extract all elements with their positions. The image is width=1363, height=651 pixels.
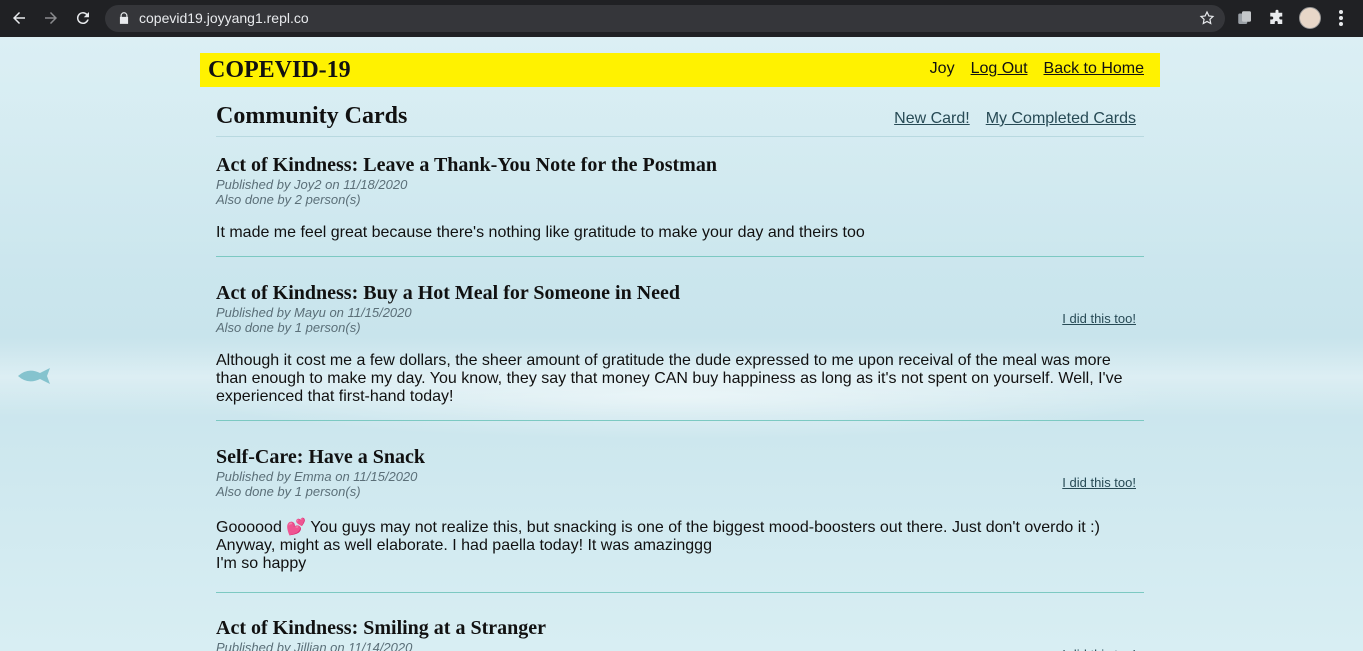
page-title: Community Cards [216,103,408,129]
bookmark-star-icon[interactable] [1199,10,1215,26]
section-header: Community Cards New Card! My Completed C… [216,87,1144,137]
forward-arrow-icon[interactable] [41,8,61,28]
back-arrow-icon[interactable] [9,8,29,28]
brand-logo-text[interactable]: COPEVID-19 [208,57,351,84]
top-nav-bar: COPEVID-19 Joy Log Out Back to Home [200,53,1160,87]
card-also-done: Also done by 2 person(s) [216,192,361,207]
my-completed-cards-link[interactable]: My Completed Cards [986,110,1136,128]
two-hearts-icon: 💕 [286,519,307,536]
more-options-icon[interactable] [1334,9,1348,27]
back-to-home-link[interactable]: Back to Home [1044,60,1144,78]
new-card-link[interactable]: New Card! [894,110,970,128]
community-card: Act of Kindness: Smiling at a Stranger P… [216,593,1144,651]
card-also-done: Also done by 1 person(s) [216,484,361,499]
community-card: Self-Care: Have a Snack Published by Emm… [216,421,1144,593]
card-body-line: experienced that first-hand today! [216,388,454,405]
address-bar[interactable]: copevid19.joyyang1.repl.co [105,5,1225,32]
card-body-line: Anyway, might as well elaborate. I had p… [216,537,712,554]
card-published: Published by Mayu on 11/15/2020 [216,305,412,320]
card-title: Act of Kindness: Leave a Thank-You Note … [216,154,717,176]
profile-avatar[interactable] [1299,7,1321,29]
card-body: It made me feel great because there's no… [216,224,865,241]
url-text: copevid19.joyyang1.repl.co [139,10,309,26]
card-published: Published by Emma on 11/15/2020 [216,469,418,484]
community-card: Act of Kindness: Leave a Thank-You Note … [216,137,1144,257]
main-container: COPEVID-19 Joy Log Out Back to Home Comm… [200,53,1160,651]
page-background: COPEVID-19 Joy Log Out Back to Home Comm… [0,37,1363,651]
current-user-name: Joy [929,60,955,77]
reload-icon[interactable] [73,8,93,28]
card-published: Published by Joy2 on 11/18/2020 [216,177,408,192]
card-body-text: Goooood [216,519,282,536]
card-body-text: You guys may not realize this, but snack… [310,519,1100,536]
logout-link[interactable]: Log Out [971,60,1028,78]
i-did-this-too-link[interactable]: I did this too! [1062,475,1136,490]
card-body-line: Goooood 💕 You guys may not realize this,… [216,519,1144,537]
lock-icon [119,12,129,24]
browser-toolbar: copevid19.joyyang1.repl.co [0,0,1363,37]
card-body-line: Although it cost me a few dollars, the s… [216,352,1111,369]
extensions-puzzle-icon[interactable] [1268,9,1286,27]
card-title: Act of Kindness: Buy a Hot Meal for Some… [216,282,681,304]
card-also-done: Also done by 1 person(s) [216,320,361,335]
community-card: Act of Kindness: Buy a Hot Meal for Some… [216,257,1144,421]
card-body-line: than enough to make my day. You know, th… [216,370,1123,387]
card-title: Act of Kindness: Smiling at a Stranger [216,617,546,639]
card-body-line: I'm so happy [216,555,307,572]
i-did-this-too-link[interactable]: I did this too! [1062,647,1136,651]
i-did-this-too-link[interactable]: I did this too! [1062,311,1136,326]
card-title: Self-Care: Have a Snack [216,446,426,468]
fish-decoration-icon [18,368,50,384]
tab-search-icon[interactable] [1236,9,1254,27]
card-published: Published by Jillian on 11/14/2020 [216,640,413,651]
